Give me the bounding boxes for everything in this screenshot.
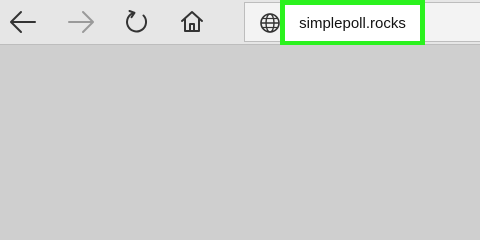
- back-arrow-icon: [10, 11, 36, 33]
- url-text[interactable]: simplepoll.rocks: [299, 15, 406, 32]
- browser-toolbar: simplepoll.rocks: [0, 0, 480, 46]
- back-button[interactable]: [6, 5, 40, 39]
- forward-arrow-icon: [68, 11, 94, 33]
- home-button[interactable]: [175, 5, 209, 39]
- globe-icon: [260, 13, 280, 33]
- forward-button[interactable]: [64, 5, 98, 39]
- home-icon: [181, 11, 203, 32]
- refresh-button[interactable]: [120, 5, 154, 39]
- refresh-icon: [126, 10, 148, 33]
- page-content: [0, 45, 480, 240]
- url-field-highlight[interactable]: simplepoll.rocks: [280, 0, 425, 46]
